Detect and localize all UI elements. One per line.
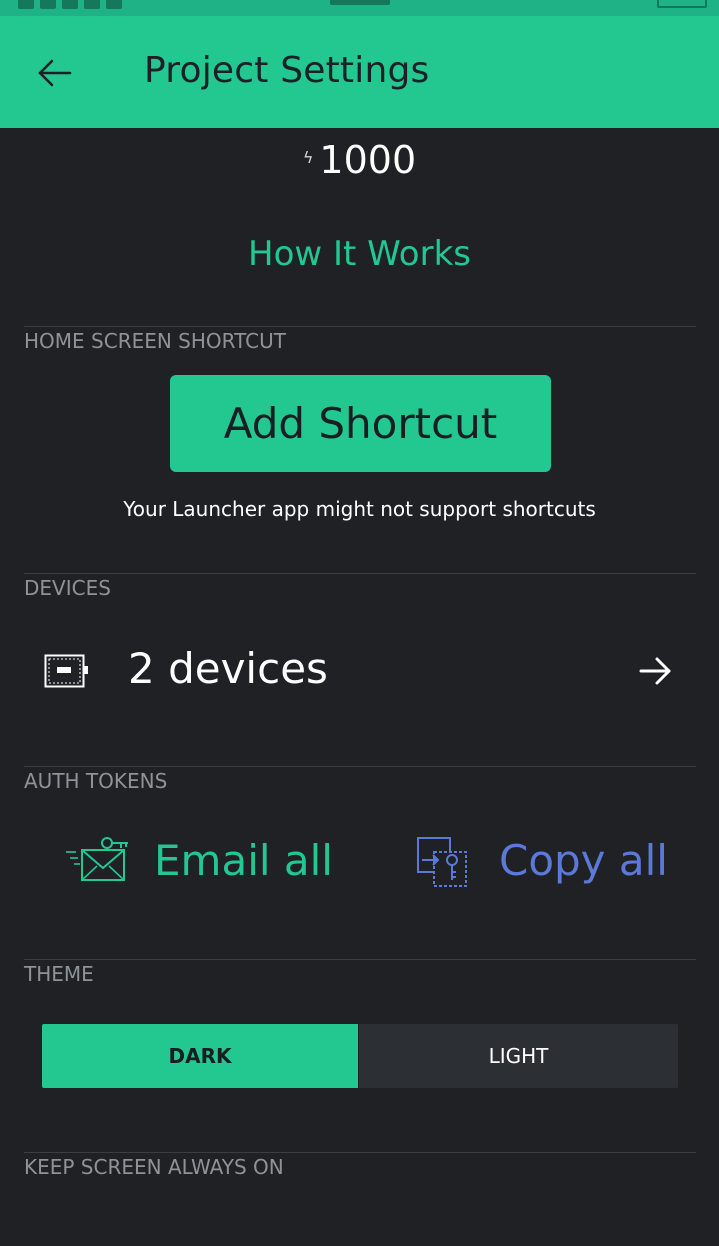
divider <box>24 573 696 574</box>
shortcut-note: Your Launcher app might not support shor… <box>123 497 596 521</box>
email-key-icon <box>66 837 128 881</box>
add-shortcut-button[interactable]: Add Shortcut <box>170 375 551 472</box>
copy-key-icon <box>417 837 467 887</box>
section-label-auth-tokens: AUTH TOKENS <box>24 769 168 793</box>
energy-balance: ϟ 1000 <box>0 138 719 182</box>
email-all-label: Email all <box>154 836 333 885</box>
email-all-button[interactable]: Email all <box>66 832 356 892</box>
divider <box>24 766 696 767</box>
app-bar: Project Settings <box>0 16 719 128</box>
divider <box>24 326 696 327</box>
devices-row[interactable]: 2 devices <box>0 620 719 720</box>
divider <box>24 1152 696 1153</box>
theme-option-dark[interactable]: DARK <box>42 1024 358 1088</box>
copy-all-button[interactable]: Copy all <box>416 832 696 892</box>
battery-icon <box>657 0 707 8</box>
lightning-bolt-icon: ϟ <box>302 148 314 167</box>
how-it-works-link[interactable]: How It Works <box>0 234 719 274</box>
section-label-keep-screen-on: KEEP SCREEN ALWAYS ON <box>24 1155 284 1179</box>
section-label-home-screen-shortcut: HOME SCREEN SHORTCUT <box>24 329 286 353</box>
copy-all-label: Copy all <box>499 836 668 885</box>
section-label-devices: DEVICES <box>24 576 111 600</box>
energy-value: 1000 <box>319 138 417 182</box>
back-button[interactable] <box>32 53 80 93</box>
arrow-left-icon <box>38 59 72 87</box>
page-title: Project Settings <box>144 50 430 91</box>
arrow-right-icon[interactable] <box>638 656 674 686</box>
devices-count: 2 devices <box>128 644 328 693</box>
status-bar <box>0 0 719 16</box>
device-board-icon <box>44 654 88 688</box>
theme-option-light[interactable]: LIGHT <box>359 1024 678 1088</box>
section-label-theme: THEME <box>24 962 94 986</box>
status-icons <box>18 0 168 9</box>
divider <box>24 959 696 960</box>
status-clock <box>330 0 390 5</box>
